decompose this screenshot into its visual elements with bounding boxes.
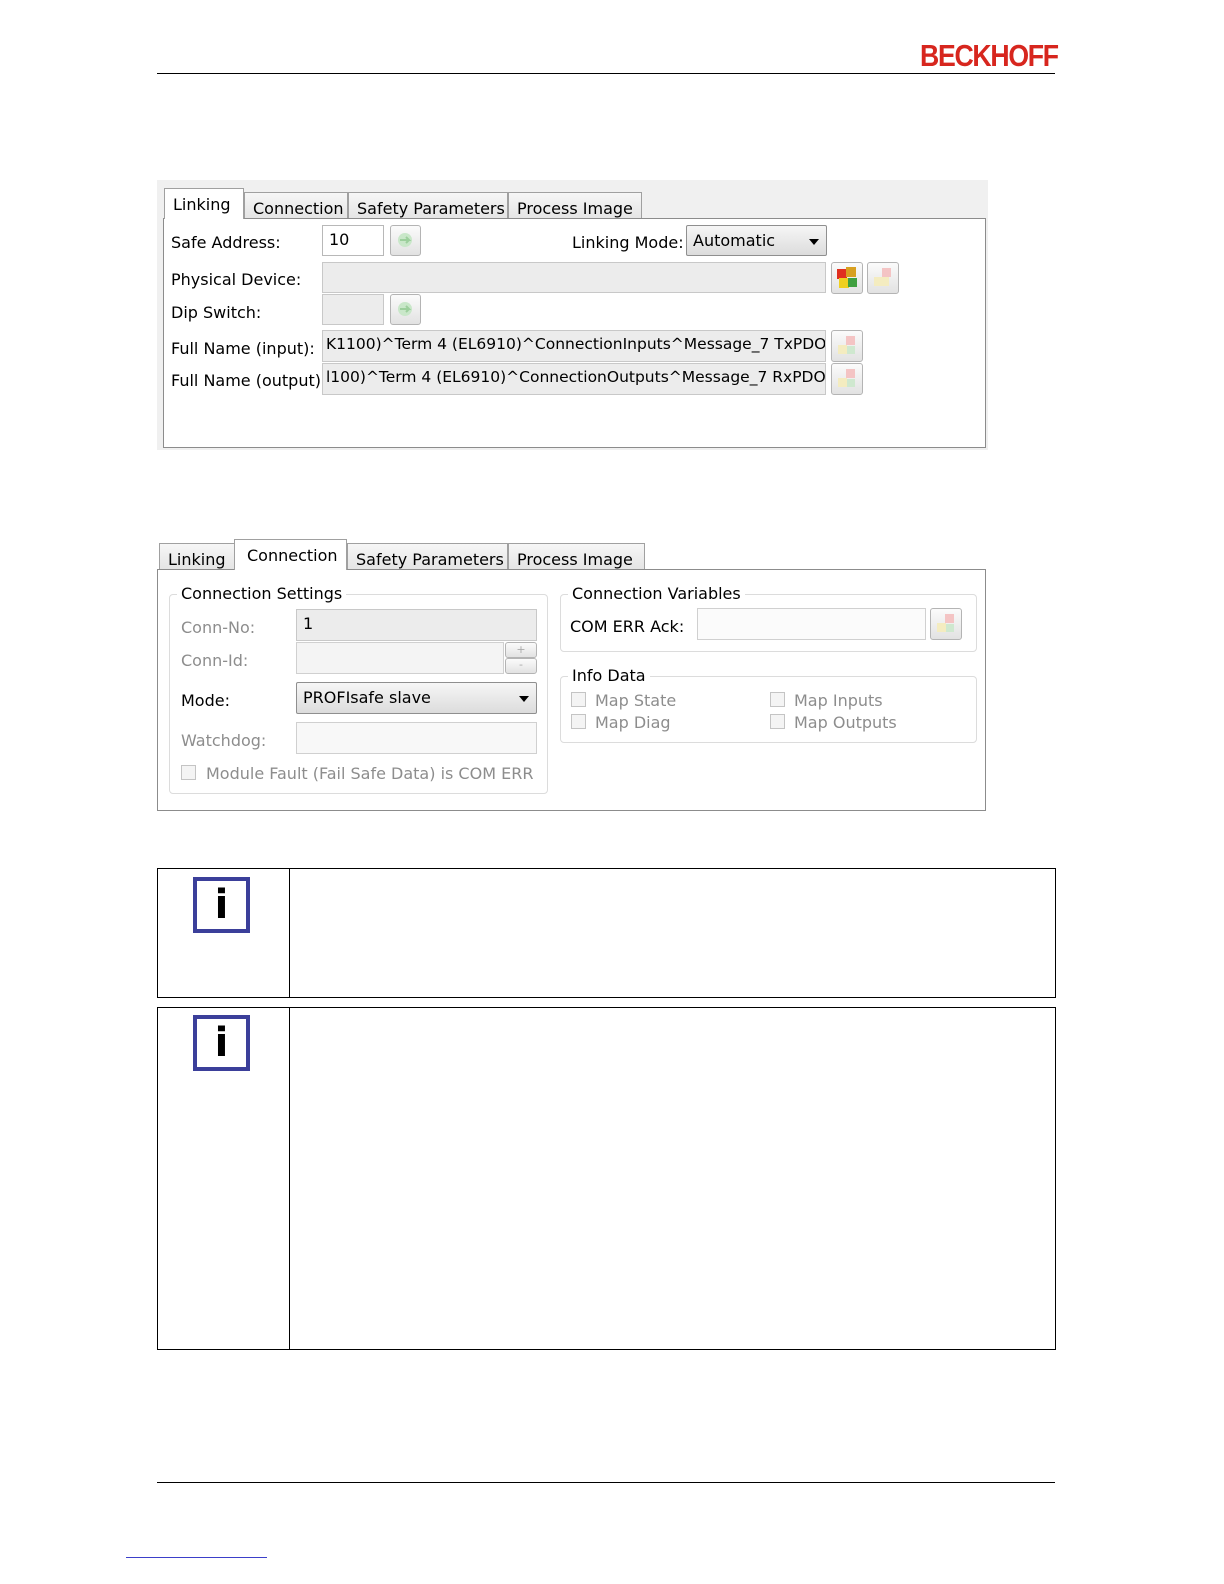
map-diag-checkbox[interactable] xyxy=(571,714,586,729)
green-arrow-icon xyxy=(398,233,412,247)
note-separator xyxy=(289,869,290,997)
footer-link-underline[interactable] xyxy=(126,1557,267,1558)
info-data-group: Info Data Map State Map Diag Map Inputs … xyxy=(560,666,977,743)
select-device-button[interactable] xyxy=(831,262,863,294)
safe-address-label: Safe Address: xyxy=(171,233,281,252)
link-variable-icon xyxy=(937,614,954,632)
tab-linking[interactable]: Linking xyxy=(164,188,244,219)
link-variable-icon xyxy=(838,369,855,387)
map-outputs-label: Map Outputs xyxy=(794,713,897,732)
linking-panel: Safe Address: 10 Linking Mode: Automatic… xyxy=(163,218,986,448)
full-name-output-link-button[interactable] xyxy=(831,363,863,395)
mode-value: PROFIsafe slave xyxy=(303,688,431,707)
link-device-icon xyxy=(837,267,857,288)
tab-connection[interactable]: Connection xyxy=(244,192,348,219)
module-fault-label: Module Fault (Fail Safe Data) is COM ERR xyxy=(206,764,534,783)
link-variable-icon xyxy=(838,336,855,354)
green-refresh-icon xyxy=(398,302,412,316)
tab-safety-parameters[interactable]: Safety Parameters xyxy=(348,192,508,219)
com-err-ack-link-button[interactable] xyxy=(930,608,962,640)
unlink-device-icon xyxy=(874,268,891,286)
note-separator xyxy=(289,1008,290,1349)
linking-mode-value: Automatic xyxy=(693,231,776,250)
conn-id-decrement-button[interactable]: - xyxy=(505,658,537,674)
dip-switch-label: Dip Switch: xyxy=(171,303,262,322)
mode-label: Mode: xyxy=(181,691,230,710)
conn-no-field[interactable]: 1 xyxy=(296,609,537,641)
map-state-checkbox[interactable] xyxy=(571,692,586,707)
com-err-ack-field[interactable] xyxy=(697,608,926,640)
info-icon: i xyxy=(193,1015,250,1071)
linking-mode-select[interactable]: Automatic xyxy=(686,225,827,256)
connection-panel: Connection Settings Conn-No: 1 Conn-Id: … xyxy=(157,569,986,811)
map-diag-label: Map Diag xyxy=(595,713,671,732)
full-name-input-link-button[interactable] xyxy=(831,330,863,362)
header-rule xyxy=(157,73,1055,74)
linking-mode-label: Linking Mode: xyxy=(572,233,684,252)
full-name-input-field[interactable]: K1100)^Term 4 (EL6910)^ConnectionInputs^… xyxy=(322,330,826,362)
connection-dialog: Linking Connection Safety Parameters Pro… xyxy=(157,539,988,812)
connection-settings-group: Connection Settings Conn-No: 1 Conn-Id: … xyxy=(169,584,548,794)
physical-device-field[interactable] xyxy=(322,262,826,293)
physical-device-label: Physical Device: xyxy=(171,270,302,289)
connection-variables-title: Connection Variables xyxy=(568,584,745,603)
full-name-input-label: Full Name (input): xyxy=(171,339,315,358)
tab-connection[interactable]: Connection xyxy=(234,539,347,570)
safe-address-input[interactable]: 10 xyxy=(322,225,384,256)
com-err-ack-label: COM ERR Ack: xyxy=(570,617,685,636)
full-name-output-field[interactable]: l100)^Term 4 (EL6910)^ConnectionOutputs^… xyxy=(322,363,826,395)
map-inputs-checkbox[interactable] xyxy=(770,692,785,707)
dip-switch-apply-button[interactable] xyxy=(390,294,421,325)
conn-id-field[interactable] xyxy=(296,642,504,674)
watchdog-field[interactable] xyxy=(296,722,537,754)
beckhoff-logo: BECKHOFF xyxy=(920,38,1059,73)
conn-id-increment-button[interactable]: + xyxy=(505,642,537,658)
connection-settings-title: Connection Settings xyxy=(177,584,347,603)
tab-process-image[interactable]: Process Image xyxy=(508,543,645,570)
safe-address-apply-button[interactable] xyxy=(390,225,421,256)
info-icon: i xyxy=(193,877,250,933)
map-inputs-label: Map Inputs xyxy=(794,691,883,710)
linking-dialog: Linking Connection Safety Parameters Pro… xyxy=(157,180,988,450)
dip-switch-field[interactable] xyxy=(322,294,384,325)
conn-id-label: Conn-Id: xyxy=(181,651,249,670)
tab-safety-parameters[interactable]: Safety Parameters xyxy=(347,543,508,570)
clear-device-button[interactable] xyxy=(867,262,899,294)
conn-no-label: Conn-No: xyxy=(181,618,256,637)
note-box-1: i xyxy=(157,868,1056,998)
chevron-down-icon xyxy=(519,696,529,702)
map-state-label: Map State xyxy=(595,691,677,710)
note-box-2: i xyxy=(157,1007,1056,1350)
full-name-output-label: Full Name (output): xyxy=(171,371,327,390)
tab-linking[interactable]: Linking xyxy=(159,543,235,570)
module-fault-checkbox[interactable] xyxy=(181,765,196,780)
watchdog-label: Watchdog: xyxy=(181,731,267,750)
connection-variables-group: Connection Variables COM ERR Ack: xyxy=(560,584,977,652)
map-outputs-checkbox[interactable] xyxy=(770,714,785,729)
chevron-down-icon xyxy=(809,239,819,245)
tab-process-image[interactable]: Process Image xyxy=(508,192,642,219)
mode-select[interactable]: PROFIsafe slave xyxy=(296,682,537,714)
footer-rule xyxy=(157,1482,1055,1483)
info-data-title: Info Data xyxy=(568,666,650,685)
